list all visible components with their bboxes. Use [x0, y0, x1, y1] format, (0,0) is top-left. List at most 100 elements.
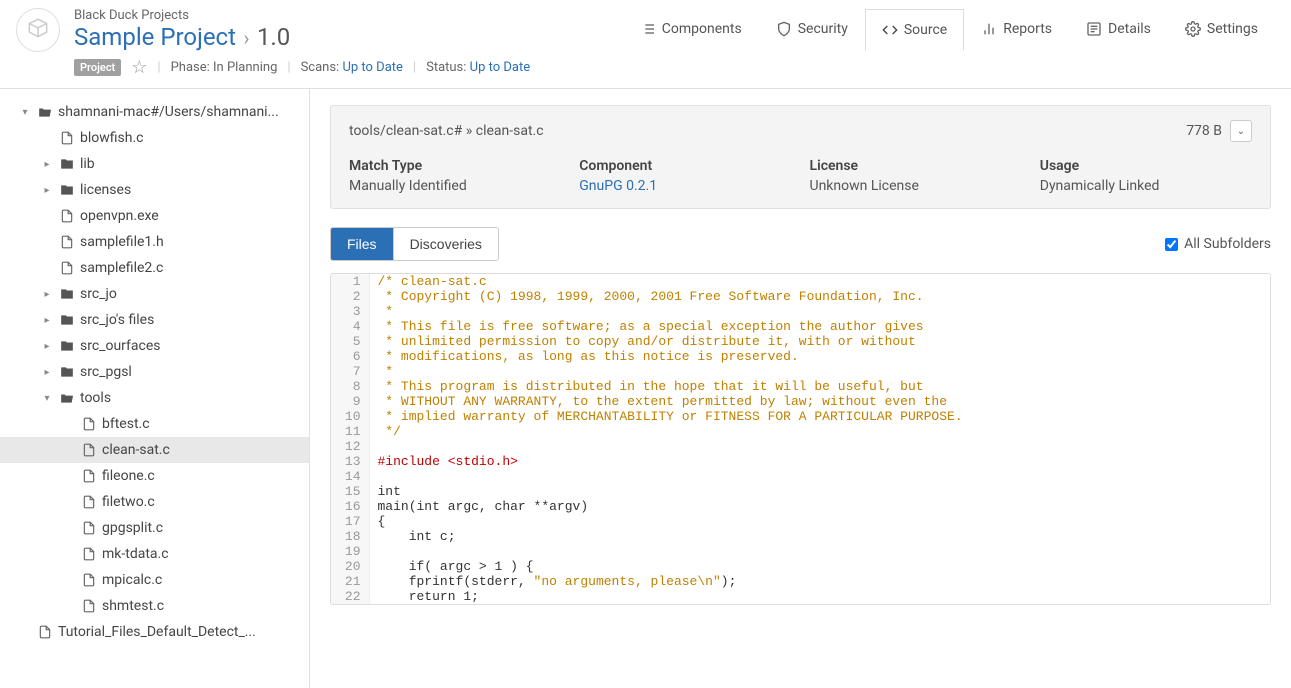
tree-item-label: clean-sat.c [102, 442, 170, 458]
component-value[interactable]: GnuPG 0.2.1 [579, 178, 791, 194]
view-mode-group: Files Discoveries [330, 227, 499, 261]
chevron-icon[interactable]: ▸ [40, 341, 54, 352]
tree-item[interactable]: filetwo.c [0, 489, 309, 515]
tab-reports[interactable]: Reports [964, 8, 1069, 50]
tree-item-label: shamnani-mac#/Users/shamnani... [58, 104, 279, 120]
breadcrumb[interactable]: Black Duck Projects [74, 8, 290, 23]
code-line: * [369, 364, 1270, 379]
line-number: 12 [331, 439, 369, 454]
tree-item[interactable]: bftest.c [0, 411, 309, 437]
tree-item[interactable]: samplefile2.c [0, 255, 309, 281]
chevron-icon[interactable]: ▾ [40, 393, 54, 404]
folder-icon [60, 183, 74, 197]
file-icon [82, 599, 96, 613]
tree-item[interactable]: ▾tools [0, 385, 309, 411]
tree-item[interactable]: mk-tdata.c [0, 541, 309, 567]
tree-item[interactable]: ▸ src_pgsl [0, 359, 309, 385]
folder-icon [60, 287, 74, 301]
chevron-icon[interactable]: ▸ [40, 289, 54, 300]
tab-components-label: Components [662, 21, 742, 37]
code-line: * Copyright (C) 1998, 1999, 2000, 2001 F… [369, 289, 1270, 304]
tab-settings[interactable]: Settings [1168, 8, 1275, 50]
tree-item[interactable]: shmtest.c [0, 593, 309, 619]
tree-item-label: licenses [80, 182, 131, 198]
files-tab-button[interactable]: Files [331, 228, 393, 260]
scans-label: Scans: [301, 60, 340, 75]
line-number: 3 [331, 304, 369, 319]
source-toolbar: Files Discoveries All Subfolders [330, 227, 1271, 261]
favorite-star-icon[interactable]: ☆ [131, 57, 147, 78]
file-icon [60, 131, 74, 145]
tree-item[interactable]: ▸src_ourfaces [0, 333, 309, 359]
tree-item[interactable]: ▸lib [0, 151, 309, 177]
app-logo [16, 8, 60, 52]
status-row: Project ☆ | Phase: In Planning | Scans: … [74, 57, 1275, 88]
tree-item[interactable]: openvpn.exe [0, 203, 309, 229]
line-number: 17 [331, 514, 369, 529]
tree-item[interactable]: ▸ src_jo [0, 281, 309, 307]
tree-item[interactable]: mpicalc.c [0, 567, 309, 593]
code-line: * This file is free software; as a speci… [369, 319, 1270, 334]
tree-item[interactable]: clean-sat.c [0, 437, 309, 463]
file-icon [60, 209, 74, 223]
file-path: tools/clean-sat.c# » clean-sat.c [349, 123, 544, 139]
tab-security[interactable]: Security [759, 8, 865, 50]
tab-components[interactable]: Components [623, 8, 759, 50]
chevron-icon[interactable]: ▾ [18, 107, 32, 118]
tree-item[interactable]: ▸ licenses [0, 177, 309, 203]
tree-item[interactable]: samplefile1.h [0, 229, 309, 255]
scans-value[interactable]: Up to Date [342, 60, 402, 75]
project-version[interactable]: 1.0 [257, 23, 290, 51]
code-icon [882, 22, 898, 38]
code-line: * This program is distributed in the hop… [369, 379, 1270, 394]
tree-item-label: src_pgsl [80, 364, 132, 380]
usage-label: Usage [1040, 158, 1252, 174]
tree-item-label: blowfish.c [80, 130, 144, 146]
tree-item-label: fileone.c [102, 468, 155, 484]
chevron-icon[interactable]: ▸ [40, 185, 54, 196]
tree-item[interactable]: ▾ shamnani-mac#/Users/shamnani... [0, 99, 309, 125]
project-badge: Project [74, 59, 121, 76]
line-number: 6 [331, 349, 369, 364]
code-line: * implied warranty of MERCHANTABILITY or… [369, 409, 1270, 424]
tree-item-label: src_jo's files [80, 312, 154, 328]
code-line: * unlimited permission to copy and/or di… [369, 334, 1270, 349]
tree-item[interactable]: ▸ src_jo's files [0, 307, 309, 333]
chevron-icon[interactable]: ▸ [40, 159, 54, 170]
discoveries-tab-button[interactable]: Discoveries [393, 228, 498, 260]
code-line: int c; [369, 529, 1270, 544]
tree-item[interactable]: Tutorial_Files_Default_Detect_... [0, 619, 309, 645]
list-icon [640, 21, 656, 37]
tab-details[interactable]: Details [1069, 8, 1168, 50]
chevron-icon[interactable]: ▸ [40, 315, 54, 326]
line-number: 15 [331, 484, 369, 499]
tree-item-label: filetwo.c [102, 494, 155, 510]
folder-icon [60, 339, 74, 353]
match-type-label: Match Type [349, 158, 561, 174]
status-value[interactable]: Up to Date [470, 60, 530, 75]
all-subfolders-checkbox[interactable] [1165, 238, 1178, 251]
line-number: 10 [331, 409, 369, 424]
line-number: 21 [331, 574, 369, 589]
line-number: 5 [331, 334, 369, 349]
tree-item[interactable]: fileone.c [0, 463, 309, 489]
expand-toggle-button[interactable]: ⌄ [1230, 120, 1252, 142]
tab-security-label: Security [798, 21, 848, 37]
phase-label: Phase: [171, 60, 210, 75]
gear-icon [1185, 21, 1201, 37]
code-line: int [369, 484, 1270, 499]
code-line: fprintf(stderr, "no arguments, please\n"… [369, 574, 1270, 589]
tab-source[interactable]: Source [865, 9, 964, 51]
line-number: 9 [331, 394, 369, 409]
chevron-icon[interactable]: ▸ [40, 367, 54, 378]
match-type-value: Manually Identified [349, 178, 561, 194]
project-title[interactable]: Sample Project [74, 23, 236, 51]
tree-item[interactable]: gpgsplit.c [0, 515, 309, 541]
tree-item-label: gpgsplit.c [102, 520, 163, 536]
line-number: 19 [331, 544, 369, 559]
tree-item-label: src_jo [80, 286, 117, 302]
code-line: * WITHOUT ANY WARRANTY, to the extent pe… [369, 394, 1270, 409]
tree-item[interactable]: blowfish.c [0, 125, 309, 151]
app-header: Black Duck Projects Sample Project › 1.0… [0, 0, 1291, 89]
code-viewer[interactable]: 1/* clean-sat.c2 * Copyright (C) 1998, 1… [330, 273, 1271, 605]
